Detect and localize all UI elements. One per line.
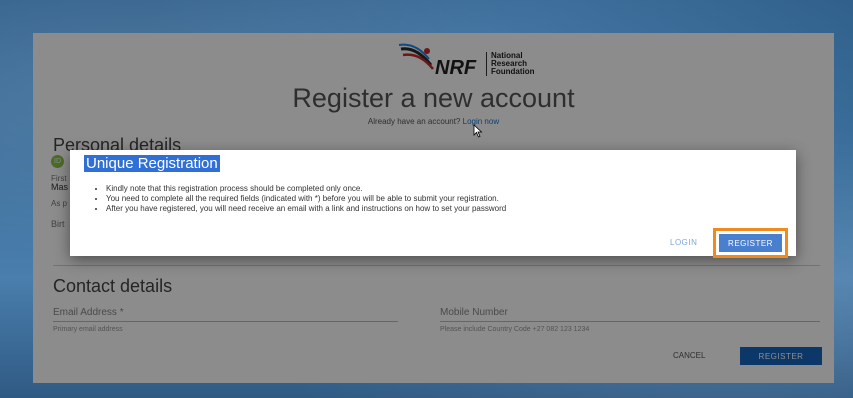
list-item: After you have registered, you will need… — [106, 204, 786, 214]
list-item: Kindly note that this registration proce… — [106, 184, 786, 194]
highlight-box: REGISTER — [713, 228, 788, 258]
dialog-notes: Kindly note that this registration proce… — [92, 184, 786, 214]
dialog-register-button[interactable]: REGISTER — [719, 234, 782, 252]
dialog-title: Unique Registration — [84, 155, 220, 172]
dialog-login-button[interactable]: LOGIN — [670, 238, 697, 247]
mouse-pointer-icon — [473, 124, 483, 138]
unique-registration-dialog: Unique Registration Kindly note that thi… — [70, 150, 796, 258]
list-item: You need to complete all the required fi… — [106, 194, 786, 204]
